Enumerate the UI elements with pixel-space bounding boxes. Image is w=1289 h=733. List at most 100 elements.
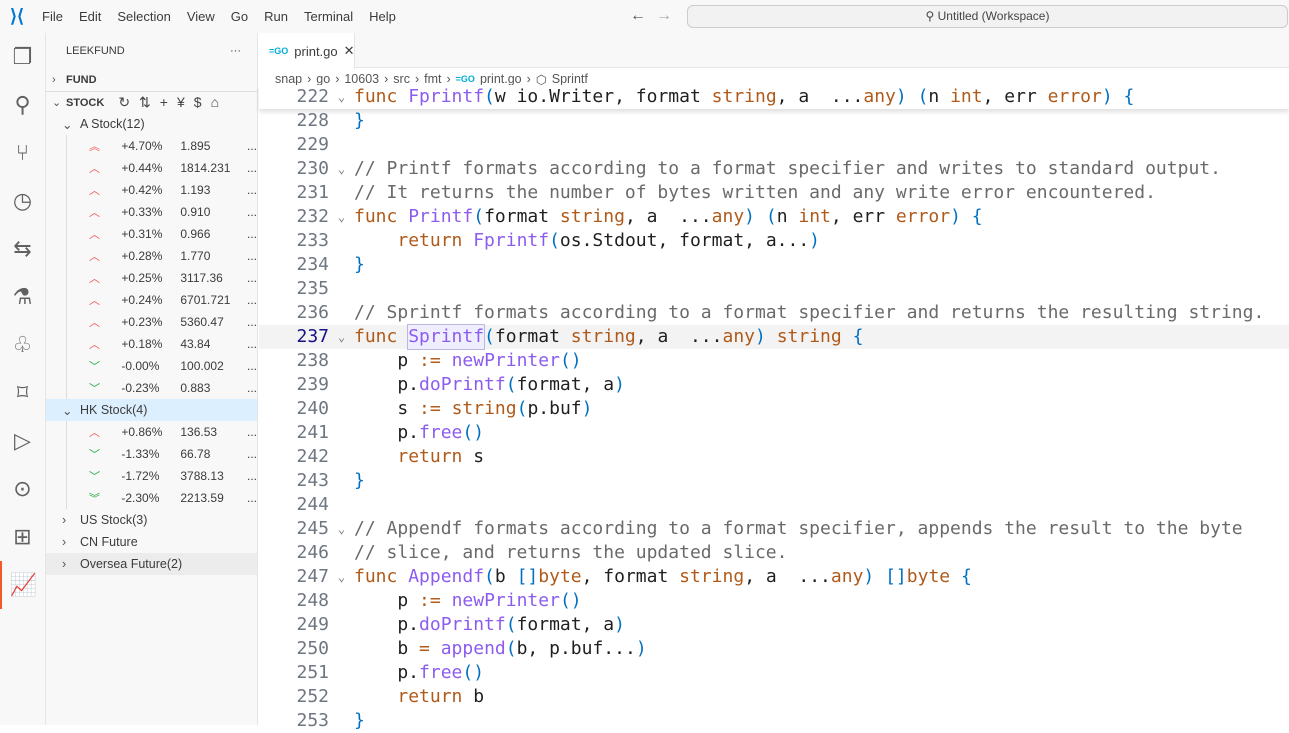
home-icon[interactable]: ⌂: [211, 94, 219, 111]
code-line[interactable]: 239 p. doPrintf(format, a): [259, 373, 1289, 397]
stock-row[interactable]: ︽ +4.70% 1.895...: [66, 135, 257, 157]
code-line[interactable]: 228}: [259, 109, 1289, 133]
code-line[interactable]: 253}: [259, 709, 1289, 733]
row-more-button[interactable]: ...: [247, 249, 257, 263]
command-center-search[interactable]: ⚲ Untitled (Workspace): [687, 5, 1288, 28]
stock-group[interactable]: ⌄ HK Stock(4): [46, 399, 257, 421]
stock-row[interactable]: ︿ +0.24% 6701.721...: [66, 289, 257, 311]
breadcrumb-item[interactable]: snap: [275, 72, 302, 86]
code-line[interactable]: 237 ⌄ func Sprintf(format string, a ... any…: [259, 324, 1289, 350]
code-line[interactable]: 250 b = append(b, p.buf...): [259, 637, 1289, 661]
stock-row[interactable]: ︾ -2.30% 2213.59...: [66, 487, 257, 509]
row-more-button[interactable]: ...: [247, 205, 257, 219]
stock-section-header[interactable]: ⌄ STOCK ↻ ⇅ + ¥ $ ⌂: [46, 91, 257, 113]
dollar-cycle-icon[interactable]: $: [194, 94, 202, 111]
row-more-button[interactable]: ...: [247, 139, 257, 153]
run-debug-icon[interactable]: ▷: [0, 417, 45, 465]
row-more-button[interactable]: ...: [247, 227, 257, 241]
stock-row[interactable]: ﹀ -1.33% 66.78...: [66, 443, 257, 465]
code-line[interactable]: 229: [259, 133, 1289, 157]
timeline-icon[interactable]: ◷: [0, 177, 45, 225]
breadcrumb-item[interactable]: go: [316, 72, 330, 86]
row-more-button[interactable]: ...: [247, 381, 257, 395]
row-more-button[interactable]: ...: [247, 183, 257, 197]
stock-group[interactable]: › Oversea Future(2): [46, 553, 257, 575]
stock-row[interactable]: ︿ +0.42% 1.193...: [66, 179, 257, 201]
code-line[interactable]: 233 return Fprintf(os.Stdout, format, a.…: [259, 229, 1289, 253]
menu-edit[interactable]: Edit: [71, 9, 109, 24]
row-more-button[interactable]: ...: [247, 271, 257, 285]
remote-explorer-icon[interactable]: ⇆: [0, 225, 45, 273]
code-line[interactable]: 249 p. doPrintf(format, a): [259, 613, 1289, 637]
code-line[interactable]: 235: [259, 277, 1289, 301]
bookmark-icon[interactable]: ⌑: [0, 369, 45, 417]
menu-view[interactable]: View: [179, 9, 223, 24]
search-icon[interactable]: ⚲: [0, 81, 45, 129]
tab-print-go[interactable]: =GO print.go ✕: [259, 33, 355, 69]
fund-section-header[interactable]: › FUND: [46, 69, 257, 91]
git-graph-icon[interactable]: ⊙: [0, 465, 45, 513]
leekfund-chart-icon[interactable]: 📈: [0, 561, 45, 609]
stock-row[interactable]: ﹀ -1.72% 3788.13...: [66, 465, 257, 487]
code-line[interactable]: 230 ⌄ // Printf formats according to a for…: [259, 157, 1289, 181]
breadcrumb-item[interactable]: fmt: [424, 72, 441, 86]
menu-help[interactable]: Help: [361, 9, 404, 24]
breadcrumb-item[interactable]: 10603: [344, 72, 379, 86]
source-control-icon[interactable]: ⑂: [0, 129, 45, 177]
breadcrumb-item[interactable]: print.go: [480, 72, 522, 86]
stock-row[interactable]: ﹀ -0.23% 0.883...: [66, 377, 257, 399]
row-more-button[interactable]: ...: [247, 161, 257, 175]
forward-arrow-icon[interactable]: →: [656, 7, 672, 25]
code-line[interactable]: 231 // It returns the number of bytes wri…: [259, 181, 1289, 205]
menu-selection[interactable]: Selection: [109, 9, 178, 24]
stock-row[interactable]: ︿ +0.44% 1814.231...: [66, 157, 257, 179]
back-arrow-icon[interactable]: ←: [630, 7, 646, 25]
stock-row[interactable]: ︿ +0.33% 0.910...: [66, 201, 257, 223]
add-icon[interactable]: +: [160, 94, 168, 111]
code-line[interactable]: 234}: [259, 253, 1289, 277]
refresh-icon[interactable]: ↻: [118, 94, 130, 111]
breadcrumb-item[interactable]: Sprintf: [552, 72, 588, 86]
testing-flask-icon[interactable]: ⚗: [0, 273, 45, 321]
code-line[interactable]: 232 ⌄ func Printf(format string, a ... any)…: [259, 205, 1289, 229]
stock-row[interactable]: ︿ +0.23% 5360.47...: [66, 311, 257, 333]
menu-run[interactable]: Run: [256, 9, 296, 24]
code-line[interactable]: 243}: [259, 469, 1289, 493]
yuan-coin-icon[interactable]: ¥: [177, 94, 185, 111]
code-line[interactable]: 242 return s: [259, 445, 1289, 469]
stock-group[interactable]: ⌄ A Stock(12): [46, 113, 257, 135]
row-more-button[interactable]: ...: [247, 315, 257, 329]
close-icon[interactable]: ✕: [344, 43, 355, 59]
stock-row[interactable]: ︿ +0.25% 3117.36...: [66, 267, 257, 289]
row-more-button[interactable]: ...: [247, 337, 257, 351]
row-more-button[interactable]: ...: [247, 447, 257, 461]
stock-row[interactable]: ︿ +0.18% 43.84...: [66, 333, 257, 355]
sort-icon[interactable]: ⇅: [139, 94, 151, 111]
code-line[interactable]: 248 p := newPrinter(): [259, 589, 1289, 613]
menu-go[interactable]: Go: [223, 9, 256, 24]
extensions-icon[interactable]: ⊞: [0, 513, 45, 561]
code-line[interactable]: 222 ⌄ func Fprintf(w io.Writer, format str…: [259, 85, 1289, 109]
code-line[interactable]: 252 return b: [259, 685, 1289, 709]
code-line[interactable]: 251 p. free(): [259, 661, 1289, 685]
stock-row[interactable]: ﹀ -0.00% 100.002...: [66, 355, 257, 377]
code-line[interactable]: 245 ⌄ // Appendf formats according to a fo…: [259, 517, 1289, 541]
explorer-icon[interactable]: ❐: [0, 33, 45, 81]
code-line[interactable]: 238 p := newPrinter(): [259, 349, 1289, 373]
code-line[interactable]: 244: [259, 493, 1289, 517]
more-actions-icon[interactable]: ···: [230, 45, 241, 57]
code-line[interactable]: 246 // slice, and returns the updated sli…: [259, 541, 1289, 565]
code-line[interactable]: 240 s := string(p.buf): [259, 397, 1289, 421]
row-more-button[interactable]: ...: [247, 293, 257, 307]
stock-row[interactable]: ︿ +0.28% 1.770...: [66, 245, 257, 267]
stock-group[interactable]: › US Stock(3): [46, 509, 257, 531]
row-more-button[interactable]: ...: [247, 491, 257, 505]
code-line[interactable]: 247 ⌄ func Appendf(b [] byte, format string…: [259, 565, 1289, 589]
breadcrumb-item[interactable]: src: [393, 72, 410, 86]
code-editor[interactable]: 222 ⌄ func Fprintf(w io.Writer, format str…: [259, 85, 1289, 733]
row-more-button[interactable]: ...: [247, 425, 257, 439]
tree-icon[interactable]: ♧: [0, 321, 45, 369]
code-line[interactable]: 236 // Sprintf formats according to a for…: [259, 301, 1289, 325]
row-more-button[interactable]: ...: [247, 359, 257, 373]
stock-group[interactable]: › CN Future: [46, 531, 257, 553]
